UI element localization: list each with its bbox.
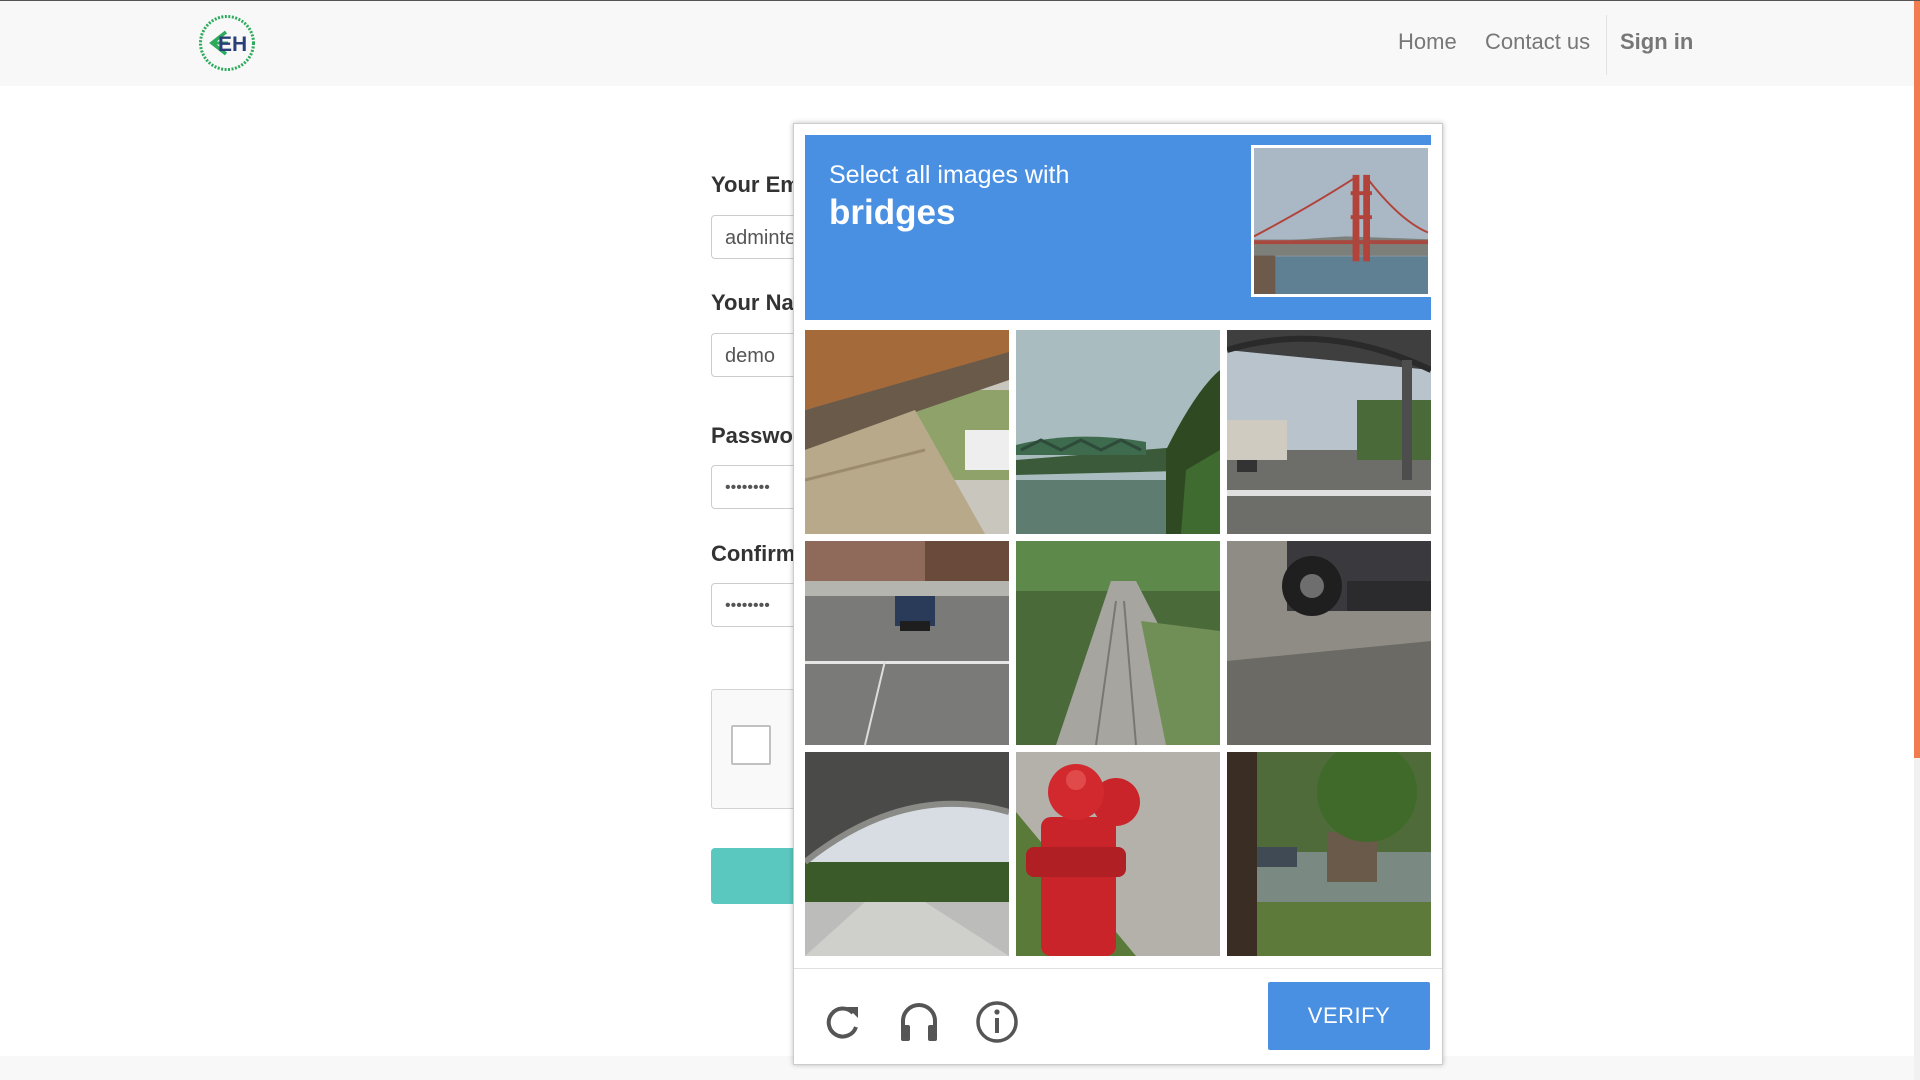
email-label: Your Em: [711, 172, 793, 197]
scrollbar-thumb[interactable]: [1914, 1, 1920, 758]
site-logo[interactable]: EH: [198, 14, 256, 72]
tile-1-bridge-underside[interactable]: [805, 330, 1009, 534]
nav-divider: [1606, 15, 1607, 75]
reload-icon[interactable]: [819, 999, 865, 1045]
nav-signin-link[interactable]: Sign in: [1620, 29, 1693, 55]
recaptcha-challenge-dialog: Select all images with bridges VERIFY: [793, 123, 1443, 1065]
tile-4-city-street-car[interactable]: [805, 541, 1009, 745]
tile-2-truss-bridge[interactable]: [1016, 330, 1220, 534]
verify-button[interactable]: VERIFY: [1268, 982, 1430, 1050]
challenge-instruction: Select all images with: [829, 161, 1070, 189]
tile-5-tree-lined-road[interactable]: [1016, 541, 1220, 745]
tile-8-fire-hydrant[interactable]: [1016, 752, 1220, 956]
challenge-footer-divider: [794, 968, 1442, 969]
navbar: EH Home Contact us Sign in: [0, 1, 1914, 86]
password-label: Passwo: [711, 423, 793, 448]
audio-headphones-icon[interactable]: [896, 999, 942, 1045]
sample-bridge-image: [1251, 145, 1431, 297]
challenge-target-word: bridges: [829, 193, 956, 232]
tile-3-overpass-street[interactable]: [1227, 330, 1431, 534]
nav-home-link[interactable]: Home: [1398, 29, 1457, 55]
challenge-header: Select all images with bridges: [805, 135, 1431, 320]
tile-9-tree-street[interactable]: [1227, 752, 1431, 956]
info-icon[interactable]: [974, 999, 1020, 1045]
svg-text:EH: EH: [218, 33, 247, 56]
tile-6-car-closeup[interactable]: [1227, 541, 1431, 745]
tile-7-highway-overpass[interactable]: [805, 752, 1009, 956]
challenge-image-grid: [805, 330, 1431, 958]
name-label: Your Na: [711, 290, 793, 315]
confirm-password-label: Confirm: [711, 541, 793, 566]
nav-contact-link[interactable]: Contact us: [1485, 29, 1590, 55]
recaptcha-checkbox[interactable]: [731, 725, 771, 765]
